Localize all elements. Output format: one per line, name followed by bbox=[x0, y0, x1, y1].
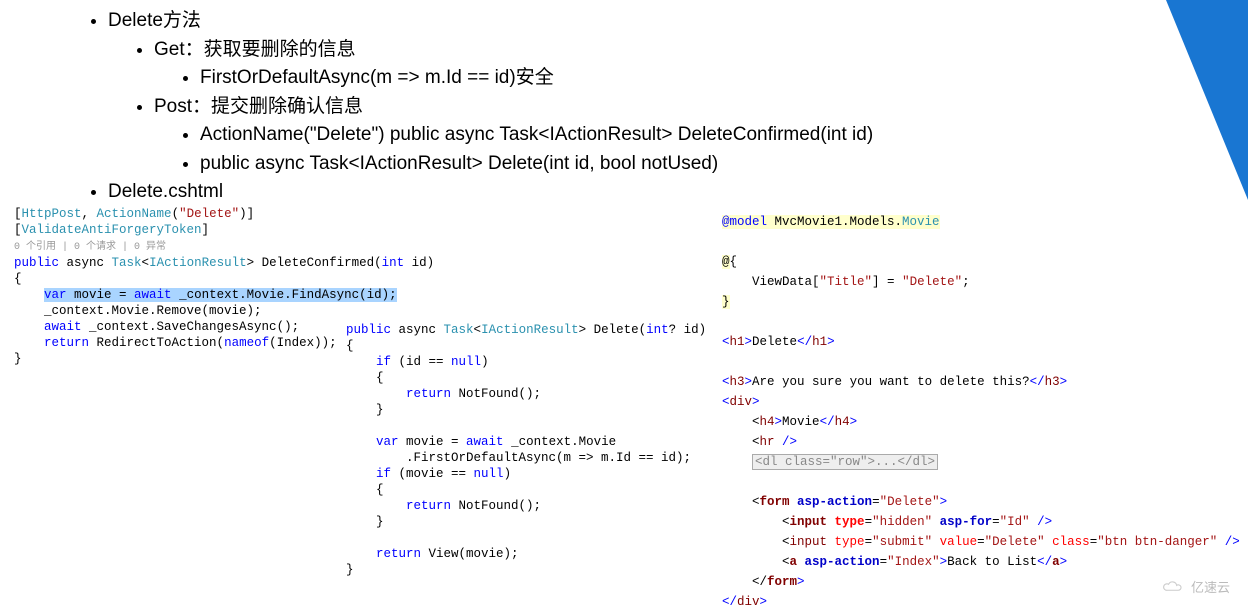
code-block-1: [HttpPost, ActionName("Delete")] [Valida… bbox=[14, 206, 344, 367]
code-area: [HttpPost, ActionName("Delete")] [Valida… bbox=[14, 206, 1236, 600]
bullet-l1a1: FirstOrDefaultAsync(m => m.Id == id)安全 bbox=[200, 64, 1248, 92]
bullet-l1b2: public async Task<IActionResult> Delete(… bbox=[200, 150, 1248, 178]
cloud-icon bbox=[1161, 580, 1187, 594]
bullet-outline: Delete方法 Get：获取要删除的信息 FirstOrDefaultAsyn… bbox=[0, 0, 1248, 206]
bullet-l1: Delete方法 bbox=[108, 7, 1248, 35]
bullet-l1b: Post：提交删除确认信息 bbox=[154, 93, 1248, 121]
bullet-l2: Delete.cshtml bbox=[108, 178, 1248, 206]
bullet-l1b1: ActionName("Delete") public async Task<I… bbox=[200, 121, 1248, 149]
watermark-text: 亿速云 bbox=[1191, 577, 1230, 596]
decorative-triangle bbox=[1166, 0, 1248, 200]
code-block-3: @model MvcMovie1.Models.Movie @{ ViewDat… bbox=[722, 212, 1222, 612]
bullet-l1a: Get：获取要删除的信息 bbox=[154, 36, 1248, 64]
watermark-logo: 亿速云 bbox=[1161, 577, 1230, 596]
code-block-2: public async Task<IActionResult> Delete(… bbox=[346, 322, 714, 578]
